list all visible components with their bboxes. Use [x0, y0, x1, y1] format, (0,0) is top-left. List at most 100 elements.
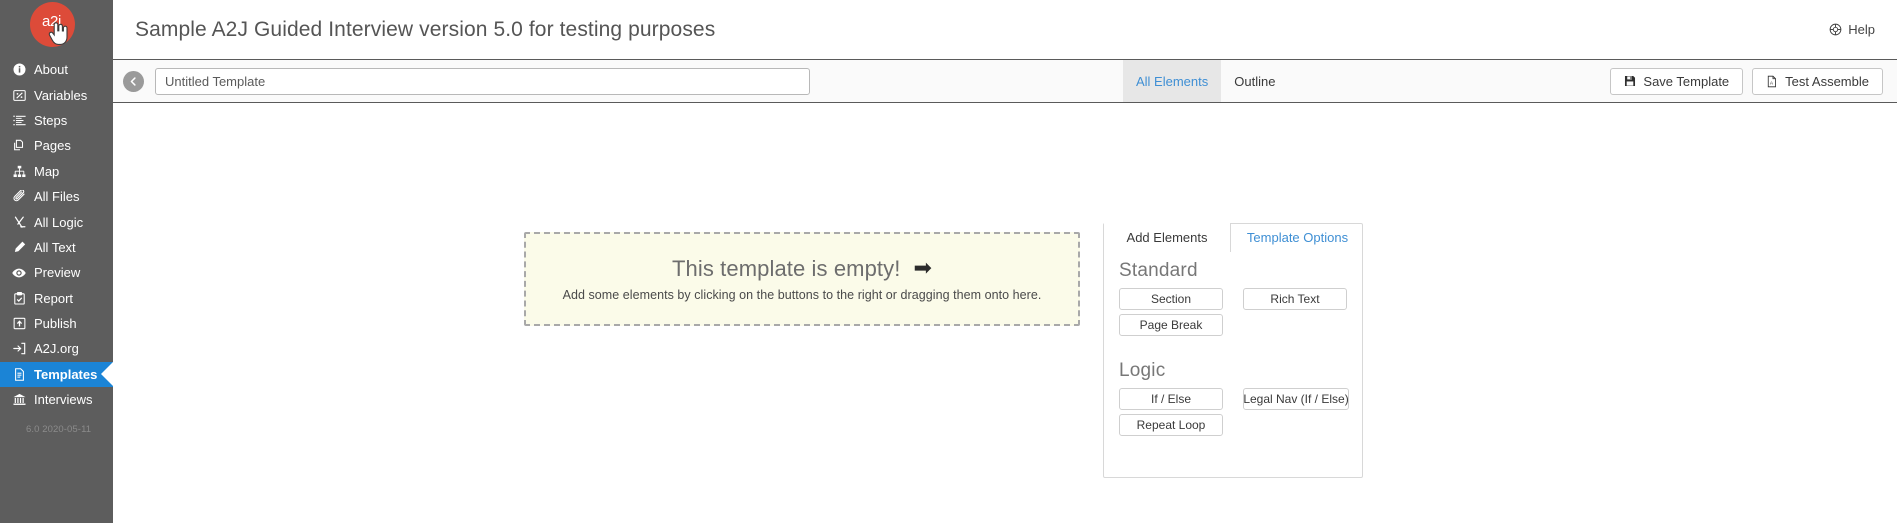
sidebar-item-label: All Files: [34, 189, 80, 205]
sidebar-item-report[interactable]: Report: [0, 286, 113, 311]
app-header: Sample A2J Guided Interview version 5.0 …: [113, 0, 1897, 59]
tab-label: Outline: [1234, 73, 1276, 89]
sidebar-item-about[interactable]: About: [0, 57, 113, 82]
add-rich-text-button[interactable]: Rich Text: [1243, 288, 1347, 310]
info-circle-icon: [10, 63, 28, 76]
logic-element-buttons: If / Else Legal Nav (If / Else) Repeat L…: [1104, 388, 1362, 436]
toolbar-left-group: [123, 67, 810, 95]
panel-body: Standard Section Rich Text Page Break Lo…: [1104, 224, 1362, 436]
grid-spacer: [1243, 314, 1347, 336]
a2j-logo-badge[interactable]: a2j: [30, 2, 75, 47]
test-assemble-label: Test Assemble: [1785, 73, 1869, 89]
app-root: a2j About Variables Steps Pages Map All …: [0, 0, 1897, 523]
back-button[interactable]: [123, 70, 144, 92]
add-elements-panel: Add Elements Template Options Standard S…: [1103, 223, 1363, 478]
sidebar-item-label: Variables: [34, 87, 88, 103]
pdf-file-icon: A: [1766, 75, 1778, 88]
publish-upload-icon: [10, 317, 28, 330]
save-template-label: Save Template: [1643, 73, 1730, 89]
sidebar-item-publish[interactable]: Publish: [0, 311, 113, 336]
button-row: Repeat Loop: [1119, 414, 1362, 436]
add-section-button[interactable]: Section: [1119, 288, 1223, 310]
code-branch-icon: [10, 216, 28, 229]
tab-all-elements[interactable]: All Elements: [1123, 60, 1222, 102]
a2j-logo-text: a2j: [41, 13, 62, 30]
group-heading-logic: Logic: [1119, 360, 1166, 381]
sign-in-icon: [10, 342, 28, 355]
tab-outline[interactable]: Outline: [1221, 60, 1288, 102]
brand-logo[interactable]: a2j: [0, 0, 113, 56]
toolbar-view-tabs: All Elements Outline: [1123, 60, 1288, 102]
clipboard-icon: [10, 291, 28, 305]
chevron-left-icon: [128, 76, 139, 87]
active-indicator-arrow: [101, 361, 113, 388]
sidebar-item-templates[interactable]: Templates: [0, 361, 113, 388]
help-circle-icon: [1829, 23, 1842, 36]
empty-template-subtitle: Add some elements by clicking on the but…: [562, 288, 1042, 302]
help-label: Help: [1848, 22, 1875, 37]
svg-text:A: A: [1770, 80, 1774, 86]
sidebar-item-label: Publish: [34, 316, 77, 332]
main-column: Sample A2J Guided Interview version 5.0 …: [113, 0, 1897, 523]
sidebar-item-label: A2J.org: [34, 341, 79, 357]
button-row: Page Break: [1119, 314, 1362, 336]
eye-icon: [10, 266, 28, 280]
sidebar-item-label: Map: [34, 163, 60, 179]
sidebar-item-all-text[interactable]: All Text: [0, 235, 113, 260]
panel-tab-label: Add Elements: [1126, 230, 1208, 245]
page-title: Sample A2J Guided Interview version 5.0 …: [135, 17, 716, 41]
sidebar-nav: About Variables Steps Pages Map All File…: [0, 56, 113, 412]
floppy-save-icon: [1624, 75, 1636, 87]
sidebar-item-all-files[interactable]: All Files: [0, 184, 113, 209]
sitemap-icon: [10, 165, 28, 178]
variables-icon: [10, 89, 28, 102]
editor-content: This template is empty! ➡ Add some eleme…: [113, 103, 1897, 523]
add-legal-nav-button[interactable]: Legal Nav (If / Else): [1243, 388, 1349, 410]
button-row: If / Else Legal Nav (If / Else): [1119, 388, 1362, 410]
editor-toolbar: All Elements Outline: [113, 59, 1897, 103]
sidebar-item-label: Templates: [34, 366, 98, 382]
test-assemble-button[interactable]: A Test Assemble: [1752, 67, 1883, 95]
add-repeat-loop-button[interactable]: Repeat Loop: [1119, 414, 1223, 436]
button-row: Section Rich Text: [1119, 288, 1362, 310]
empty-template-title: This template is empty!: [671, 256, 901, 281]
sidebar-version: 6.0 2020-05-11: [26, 424, 92, 436]
sidebar-item-label: Steps: [34, 112, 68, 128]
sidebar-item-preview[interactable]: Preview: [0, 260, 113, 285]
right-arrow-icon: ➡: [913, 255, 933, 280]
bank-icon: [10, 393, 28, 406]
sidebar-item-variables[interactable]: Variables: [0, 82, 113, 107]
tab-add-elements[interactable]: Add Elements: [1104, 223, 1231, 252]
paperclip-icon: [10, 190, 28, 203]
toolbar-actions: Save Template A Test Assemble: [1610, 60, 1883, 102]
sidebar-item-pages[interactable]: Pages: [0, 133, 113, 158]
sidebar: a2j About Variables Steps Pages Map All …: [0, 0, 113, 523]
sidebar-item-label: All Text: [34, 239, 76, 255]
sidebar-item-all-logic[interactable]: All Logic: [0, 209, 113, 234]
empty-template-heading: This template is empty! ➡: [672, 256, 932, 282]
sidebar-item-map[interactable]: Map: [0, 159, 113, 184]
save-template-button[interactable]: Save Template: [1610, 67, 1744, 95]
group-heading-standard: Standard: [1119, 260, 1198, 281]
copy-pages-icon: [10, 139, 28, 152]
sidebar-item-a2j-org[interactable]: A2J.org: [0, 336, 113, 361]
template-name-input[interactable]: [155, 67, 810, 95]
sidebar-item-label: Report: [34, 290, 74, 306]
sidebar-item-label: Preview: [34, 265, 81, 281]
sidebar-item-interviews[interactable]: Interviews: [0, 387, 113, 412]
empty-template-dropzone[interactable]: This template is empty! ➡ Add some eleme…: [524, 232, 1080, 326]
file-text-icon: [10, 368, 28, 381]
sidebar-item-steps[interactable]: Steps: [0, 108, 113, 133]
sidebar-item-label: All Logic: [34, 214, 84, 230]
panel-tab-strip: Add Elements Template Options: [1104, 223, 1364, 252]
add-if-else-button[interactable]: If / Else: [1119, 388, 1223, 410]
help-button[interactable]: Help: [1829, 22, 1877, 37]
add-page-break-button[interactable]: Page Break: [1119, 314, 1223, 336]
sidebar-item-label: Pages: [34, 138, 71, 154]
sidebar-item-label: About: [34, 62, 68, 78]
tab-label: All Elements: [1136, 73, 1209, 89]
pencil-icon: [10, 241, 28, 254]
panel-tab-label: Template Options: [1246, 230, 1349, 245]
tab-template-options[interactable]: Template Options: [1231, 223, 1364, 252]
sidebar-item-label: Interviews: [34, 392, 93, 408]
